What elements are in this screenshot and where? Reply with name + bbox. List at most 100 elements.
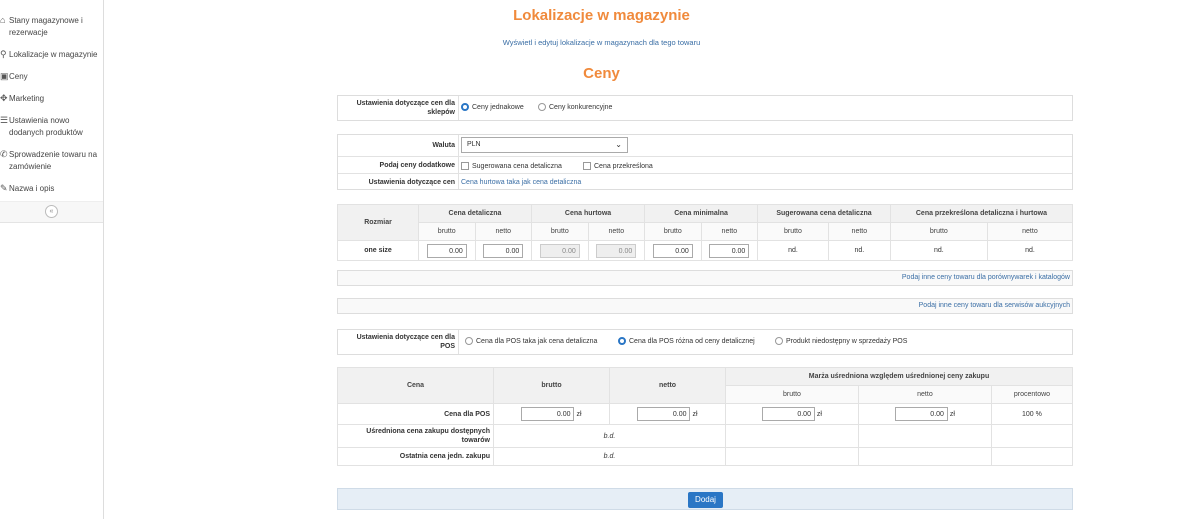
checkbox[interactable]: [583, 162, 591, 170]
compare-prices-bar: Podaj inne ceny towaru dla porównywarek …: [337, 270, 1073, 286]
col-group: Cena przekreślona detaliczna i hurtowa: [889, 204, 1074, 223]
sidebar-item-label: Marketing: [9, 94, 45, 103]
wholesale-link[interactable]: Cena hurtowa taka jak cena detaliczna: [461, 179, 581, 186]
radio-equal-prices[interactable]: Ceny jednakowe: [461, 103, 524, 111]
table-row: Uśredniona cena zakupu dostępnych towaró…: [337, 424, 1074, 448]
compare-prices-link[interactable]: Podaj inne ceny towaru dla porównywarek …: [902, 274, 1070, 281]
radio-competitive-prices[interactable]: Ceny konkurencyjne: [538, 103, 612, 111]
divider: [338, 173, 1072, 174]
last-price-value: b.d.: [493, 447, 726, 466]
divider: [338, 156, 1072, 157]
col-cena: Cena: [337, 367, 494, 404]
checkbox-label: Sugerowana cena detaliczna: [472, 162, 562, 170]
row-label: Uśredniona cena zakupu dostępnych towaró…: [337, 424, 494, 448]
col-netto: netto: [609, 367, 726, 404]
pos-grid: Cena brutto netto Marża uśredniona wzglę…: [337, 367, 1074, 466]
currency-unit: zł: [816, 411, 822, 418]
col-brutto: brutto: [531, 222, 589, 241]
col-brutto: brutto: [889, 222, 988, 241]
retail-netto-input[interactable]: 0.00: [483, 243, 524, 258]
extra-prices-label: Podaj ceny dodatkowe: [379, 162, 455, 169]
radio-label: Cena dla POS różna od ceny detalicznej: [629, 337, 755, 345]
radio-unselected[interactable]: [775, 337, 783, 345]
sidebar-list: ⌂ Stany magazynowe i rezerwacje ⚲ Lokali…: [0, 0, 103, 223]
pos-brutto-input[interactable]: 0.00: [521, 407, 575, 421]
radio-label: Ceny jednakowe: [472, 103, 524, 111]
add-button[interactable]: Dodaj: [688, 492, 723, 508]
auction-prices-link[interactable]: Podaj inne ceny towaru dla serwisów aukc…: [919, 302, 1070, 309]
price-settings-label: Ustawienia dotyczące cen: [368, 179, 455, 186]
radio-label: Ceny konkurencyjne: [549, 103, 613, 111]
checkbox-label: Cena przekreślona: [594, 162, 653, 170]
col-netto: netto: [587, 222, 646, 241]
currency-unit: zł: [692, 411, 698, 418]
submit-bar: Dodaj: [337, 488, 1073, 510]
sidebar-item-label: Sprowadzenie towaru na zamówienie: [9, 150, 98, 171]
radio-unselected[interactable]: [538, 103, 546, 111]
collapse-icon[interactable]: «: [45, 205, 58, 218]
col-group: Cena detaliczna: [417, 204, 533, 223]
col-group: Cena hurtowa: [531, 204, 646, 223]
sidebar-item-marketing[interactable]: ✥ Marketing: [0, 89, 103, 111]
margin-netto-input[interactable]: 0.00: [894, 407, 948, 421]
radio-pos-different[interactable]: Cena dla POS różna od ceny detalicznej: [618, 337, 755, 345]
radio-selected[interactable]: [461, 103, 469, 111]
sidebar-item-locations[interactable]: ⚲ Lokalizacje w magazynie: [0, 45, 103, 67]
divider: [458, 96, 459, 120]
list-icon: ☰: [0, 115, 9, 125]
page-title: Lokalizacje w magazynie: [513, 7, 690, 24]
checkbox-strikethrough[interactable]: Cena przekreślona: [583, 162, 653, 170]
col-netto: netto: [474, 222, 533, 241]
section-title: Ceny: [583, 65, 620, 82]
location-pin-icon: ⚲: [0, 49, 7, 59]
wholesale-netto-input: 0.00: [596, 243, 637, 258]
col-margin: Marża uśredniona względem uśrednionej ce…: [725, 367, 1073, 386]
strikethrough-brutto: nd.: [889, 240, 988, 261]
sidebar-item-new-products[interactable]: ☰ Ustawienia nowo dodanych produktów: [0, 111, 103, 145]
shop-price-settings: Ustawienia dotyczące cen dla sklepów Cen…: [337, 95, 1073, 121]
divider: [458, 135, 459, 189]
table-row: Ostatnia cena jedn. zakupu b.d.: [337, 447, 1074, 466]
edit-icon: ✎: [0, 183, 8, 193]
currency-select[interactable]: PLN ⌄: [461, 137, 628, 153]
currency-unit: zł: [576, 411, 582, 418]
radio-pos-same[interactable]: Cena dla POS taka jak cena detaliczna: [465, 337, 597, 345]
puzzle-icon: ✥: [0, 93, 8, 103]
col-size: Rozmiar: [337, 204, 419, 241]
col-netto: netto: [986, 222, 1074, 241]
auction-prices-bar: Podaj inne ceny towaru dla serwisów aukc…: [337, 298, 1073, 314]
radio-label: Cena dla POS taka jak cena detaliczna: [476, 337, 598, 345]
pos-price-settings: Ustawienia dotyczące cen dla POS Cena dl…: [337, 329, 1073, 355]
col-margin-netto: netto: [857, 385, 992, 404]
pos-table: Cena brutto netto Marża uśredniona wzglę…: [337, 367, 1074, 466]
sidebar-item-label: Lokalizacje w magazynie: [9, 50, 98, 59]
sidebar-collapse: «: [0, 201, 103, 222]
row-label: Ostatnia cena jedn. zakupu: [337, 447, 494, 466]
margin-brutto-input[interactable]: 0.00: [761, 407, 815, 421]
currency-value: PLN: [467, 141, 481, 148]
sidebar-item-order-import[interactable]: ✆ Sprowadzenie towaru na zamówienie: [0, 145, 103, 179]
checkbox[interactable]: [461, 162, 469, 170]
col-brutto: brutto: [493, 367, 610, 404]
wholesale-brutto-input: 0.00: [539, 243, 580, 258]
margin-pct-value: 100 %: [990, 403, 1074, 425]
radio-pos-unavailable[interactable]: Produkt niedostępny w sprzedaży POS: [775, 337, 907, 345]
chevron-down-icon: ⌄: [615, 140, 622, 149]
table-row: Cena dla POS 0.00 zł 0.00 zł 0.00 zł 0.0…: [337, 403, 1074, 425]
retail-brutto-input[interactable]: 0.00: [426, 243, 467, 258]
radio-unselected[interactable]: [465, 337, 473, 345]
minimal-netto-input[interactable]: 0.00: [709, 243, 750, 258]
price-table: Rozmiar Cena detaliczna Cena hurtowa Cen…: [337, 204, 1074, 261]
checkbox-suggested-retail[interactable]: Sugerowana cena detaliczna: [461, 162, 562, 170]
locations-link[interactable]: Wyświetl i edytuj lokalizacje w magazyna…: [0, 38, 1200, 47]
pos-settings-label: Ustawienia dotyczące cen dla POS: [356, 334, 455, 350]
pos-netto-input[interactable]: 0.00: [637, 407, 691, 421]
minimal-brutto-input[interactable]: 0.00: [652, 243, 693, 258]
radio-selected[interactable]: [618, 337, 626, 345]
suggested-netto: nd.: [827, 240, 891, 261]
col-brutto: brutto: [644, 222, 702, 241]
sidebar-item-name-description[interactable]: ✎ Nazwa i opis: [0, 179, 103, 201]
sidebar-item-label: Ustawienia nowo dodanych produktów: [9, 116, 83, 137]
col-brutto: brutto: [418, 222, 476, 241]
col-group: Cena minimalna: [644, 204, 759, 223]
